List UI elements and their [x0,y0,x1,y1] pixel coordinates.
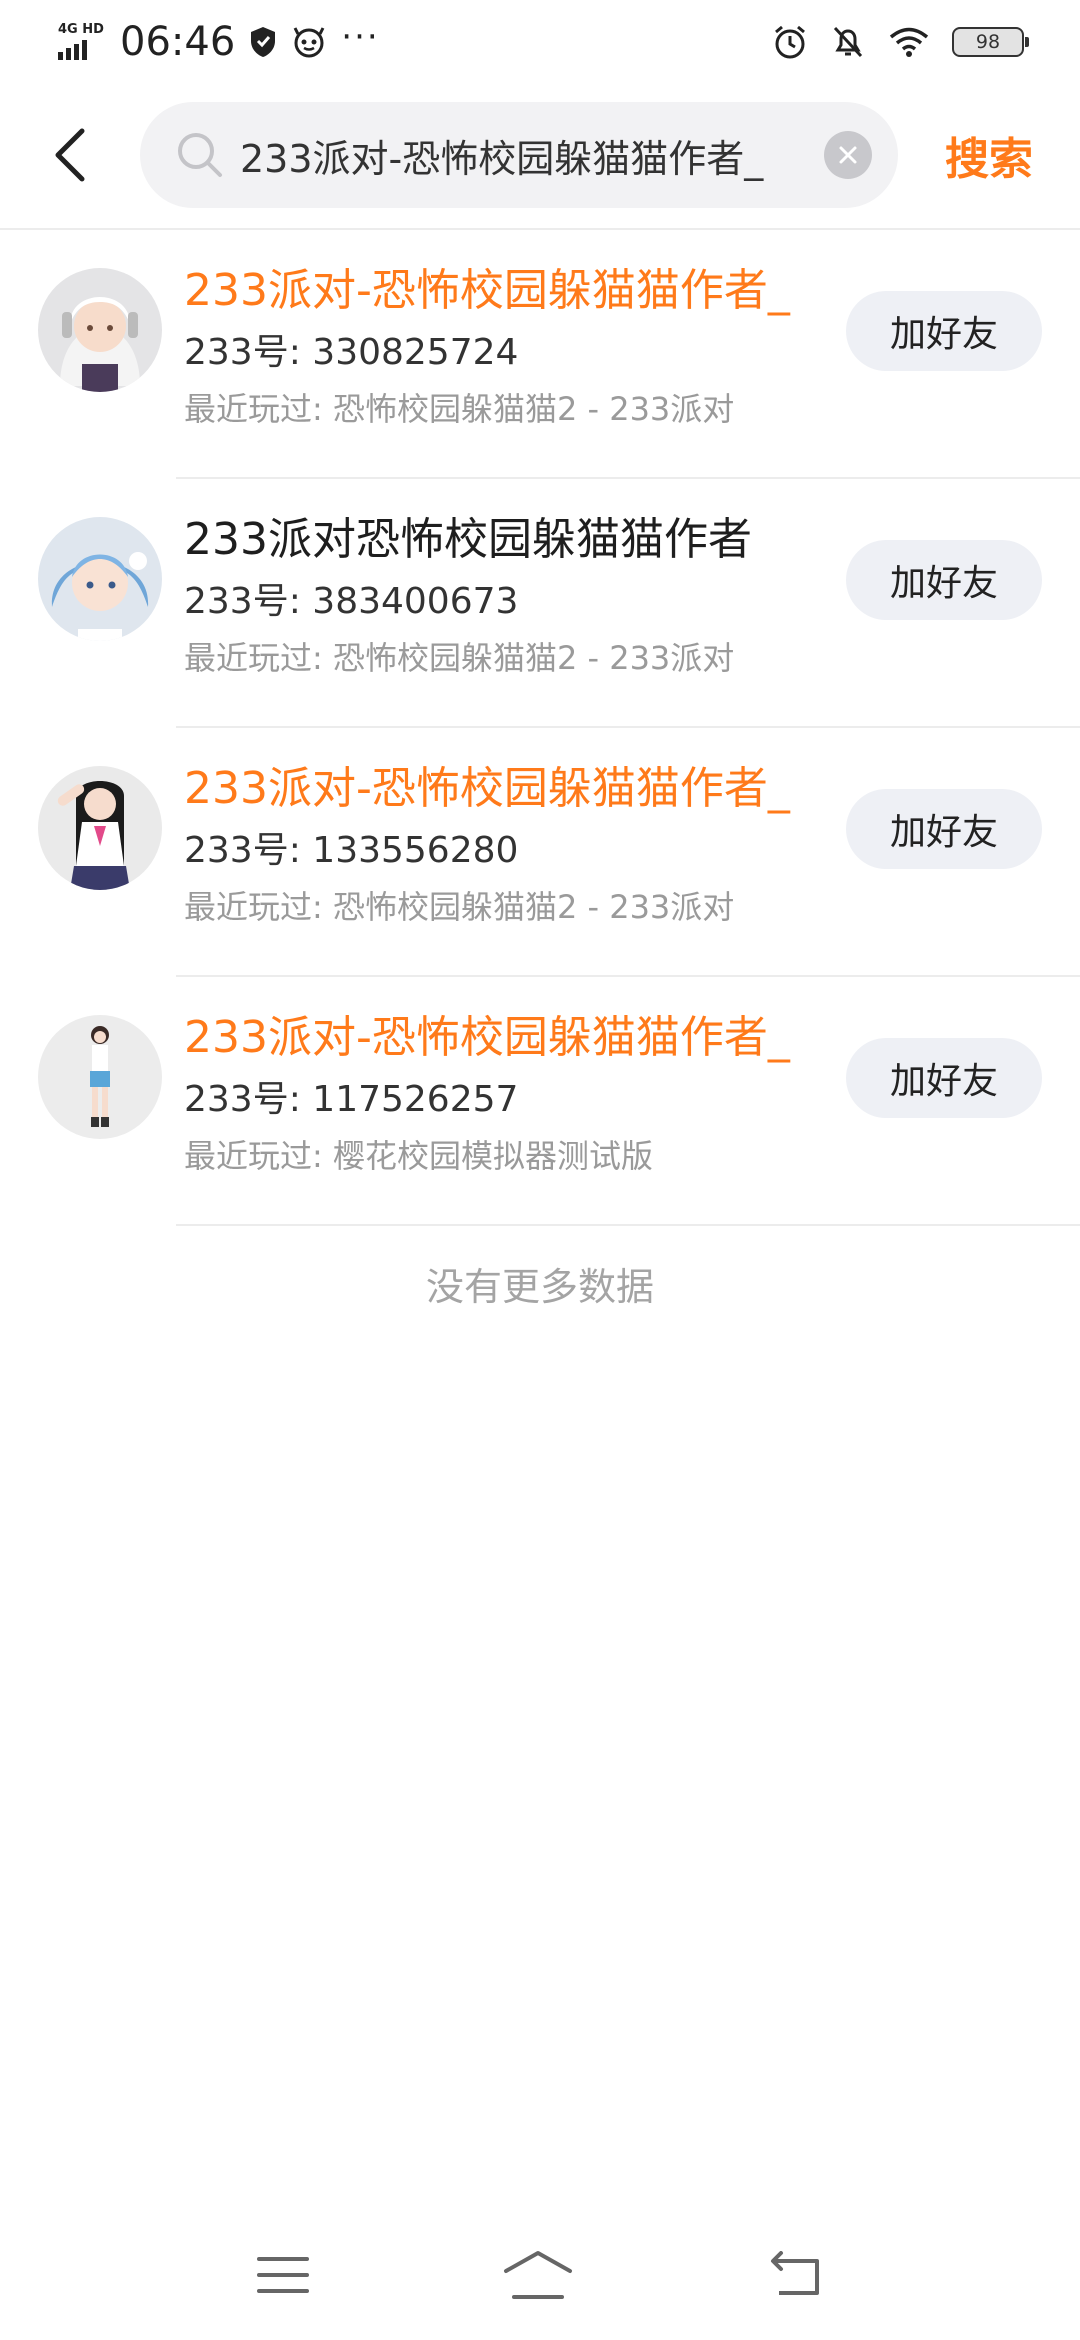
more-notifications: ··· [341,17,380,57]
list-item[interactable]: 233派对-恐怖校园躲猫猫作者_ 233号: 133556280 最近玩过: 恐… [0,728,1080,977]
avatar [38,1015,162,1139]
chevron-left-icon [55,128,85,182]
alarm-icon [772,24,808,60]
status-time: 06:46 [120,19,236,65]
avatar [38,268,162,392]
close-icon [839,146,857,164]
add-friend-button[interactable]: 加好友 [846,789,1042,869]
home-icon[interactable] [502,2249,574,2301]
user-id: 233号: 117526257 [184,1079,519,1120]
list-item[interactable]: 233派对-恐怖校园躲猫猫作者_ 233号: 117526257 最近玩过: 樱… [0,977,1080,1226]
list-item[interactable]: 233派对-恐怖校园躲猫猫作者_ 233号: 330825724 最近玩过: 恐… [0,230,1080,479]
user-name: 233派对恐怖校园躲猫猫作者 [184,514,752,565]
recently-played: 最近玩过: 恐怖校园躲猫猫2 - 233派对 [184,639,735,677]
status-bar: 4G HD 06:46 ··· 98 [0,0,1080,84]
add-friend-button[interactable]: 加好友 [846,291,1042,371]
search-box[interactable]: 233派对-恐怖校园躲猫猫作者_ [140,102,898,208]
system-nav-bar [0,2230,1080,2320]
row-divider [176,1224,1080,1226]
back-arrow-icon[interactable] [765,2251,825,2299]
user-name: 233派对-恐怖校园躲猫猫作者_ [184,763,790,814]
back-button[interactable] [0,100,140,210]
avatar [38,766,162,890]
add-friend-button[interactable]: 加好友 [846,540,1042,620]
user-id: 233号: 133556280 [184,830,519,871]
user-name: 233派对-恐怖校园躲猫猫作者_ [184,265,790,316]
app-notification-icon [291,26,327,58]
results-list: 233派对-恐怖校园躲猫猫作者_ 233号: 330825724 最近玩过: 恐… [0,230,1080,1226]
shield-icon [249,26,277,58]
avatar [38,517,162,641]
search-input[interactable]: 233派对-恐怖校园躲猫猫作者_ [240,128,808,183]
screen: 4G HD 06:46 ··· 98 233派对-恐怖校园躲猫猫作者_ 搜索 2… [0,0,1080,2340]
user-id: 233号: 330825724 [184,332,519,373]
user-id: 233号: 383400673 [184,581,519,622]
battery-level: 98 [975,31,1001,53]
no-more-data-text: 没有更多数据 [425,1265,654,1309]
recently-played: 最近玩过: 恐怖校园躲猫猫2 - 233派对 [184,390,735,428]
search-button[interactable]: 搜索 [898,123,1080,187]
search-input-value: 233派对-恐怖校园躲猫猫作者_ [240,136,764,181]
recently-played: 最近玩过: 恐怖校园躲猫猫2 - 233派对 [184,888,735,926]
wifi-icon [888,26,930,58]
signal-icon: 4G HD [58,20,106,64]
menu-icon[interactable] [255,2253,311,2297]
search-header: 233派对-恐怖校园躲猫猫作者_ 搜索 [0,100,1080,210]
battery-indicator: 98 [952,27,1029,57]
user-name: 233派对-恐怖校园躲猫猫作者_ [184,1012,790,1063]
add-friend-button[interactable]: 加好友 [846,1038,1042,1118]
mute-bell-icon [830,24,866,60]
recently-played: 最近玩过: 樱花校园模拟器测试版 [184,1137,653,1175]
list-item[interactable]: 233派对恐怖校园躲猫猫作者 233号: 383400673 最近玩过: 恐怖校… [0,479,1080,728]
clear-search-button[interactable] [824,131,872,179]
network-type: 4G HD [58,22,104,37]
search-icon [178,133,222,177]
